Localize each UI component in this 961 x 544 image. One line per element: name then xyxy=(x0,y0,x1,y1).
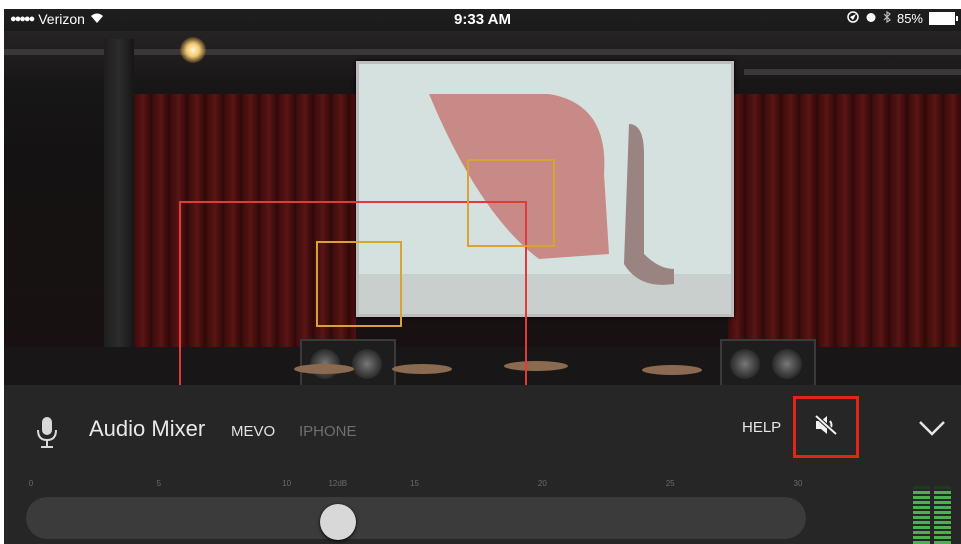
mixer-header: Audio Mixer MEVO IPHONE HELP xyxy=(4,385,961,469)
level-meter-segment xyxy=(934,531,951,534)
scale-tick: 12dB xyxy=(328,479,348,488)
tab-mevo[interactable]: MEVO xyxy=(231,423,275,440)
level-meter-segment xyxy=(934,506,951,509)
camera-preview[interactable] xyxy=(4,9,961,385)
level-meter-segment xyxy=(934,516,951,519)
volume-slider-track[interactable] xyxy=(26,497,806,539)
level-scale: 0 5 10 12dB 15 20 25 30 xyxy=(4,479,961,493)
scale-tick: 15 xyxy=(410,479,419,488)
scale-tick: 25 xyxy=(665,479,675,488)
level-meter-channel xyxy=(934,486,951,544)
level-meter-segment xyxy=(934,496,951,499)
alarm-icon xyxy=(865,11,877,26)
clock: 9:33 AM xyxy=(454,11,511,28)
level-meter-segment xyxy=(913,526,930,529)
level-meter-segment xyxy=(913,501,930,504)
level-meter-segment xyxy=(934,486,951,489)
location-icon xyxy=(847,11,859,26)
bluetooth-icon xyxy=(883,10,891,26)
level-meter-segment xyxy=(913,511,930,514)
detection-box-yellow[interactable] xyxy=(316,241,402,327)
microphone-icon xyxy=(36,415,58,449)
speaker-right xyxy=(720,339,816,385)
level-meter-segment xyxy=(913,506,930,509)
level-meter-segment xyxy=(913,521,930,524)
level-meter-segment xyxy=(934,491,951,494)
level-meter-segment xyxy=(934,511,951,514)
level-meter xyxy=(913,486,953,544)
chevron-down-icon[interactable] xyxy=(916,416,948,440)
tab-iphone[interactable]: IPHONE xyxy=(299,423,357,440)
level-meter-segment xyxy=(934,526,951,529)
level-meter-segment xyxy=(913,491,930,494)
mute-button[interactable] xyxy=(793,396,859,458)
scale-tick: 30 xyxy=(793,479,803,488)
detection-box-yellow[interactable] xyxy=(467,159,555,247)
stool xyxy=(642,365,702,375)
status-bar: ●●●●● Verizon 9:33 AM 85% xyxy=(4,9,961,31)
scale-tick: 20 xyxy=(537,479,547,488)
panel-title: Audio Mixer xyxy=(89,416,206,441)
status-right: 85% xyxy=(847,10,958,26)
device-screen: ●●●●● Verizon 9:33 AM 85% Audio Mixer ME… xyxy=(4,9,961,544)
level-meter-segment xyxy=(934,536,951,539)
help-button[interactable]: HELP xyxy=(742,419,781,436)
volume-slider-knob[interactable] xyxy=(319,504,356,540)
scale-tick: 10 xyxy=(282,479,292,488)
scale-tick: 0 xyxy=(28,479,34,488)
audio-mixer-panel: Audio Mixer MEVO IPHONE HELP 0 5 10 12dB 15 2… xyxy=(4,385,961,544)
level-meter-segment xyxy=(913,531,930,534)
speaker-muted-icon xyxy=(813,413,839,442)
ceiling-light xyxy=(180,37,206,63)
level-meter-channel xyxy=(913,486,930,544)
battery-icon xyxy=(929,12,958,25)
level-meter-segment xyxy=(913,516,930,519)
scale-tick: 5 xyxy=(156,479,162,488)
level-meter-segment xyxy=(913,496,930,499)
battery-percent: 85% xyxy=(896,11,923,26)
level-meter-segment xyxy=(934,501,951,504)
level-meter-segment xyxy=(934,521,951,524)
level-meter-segment xyxy=(913,486,930,489)
level-meter-segment xyxy=(913,536,930,539)
